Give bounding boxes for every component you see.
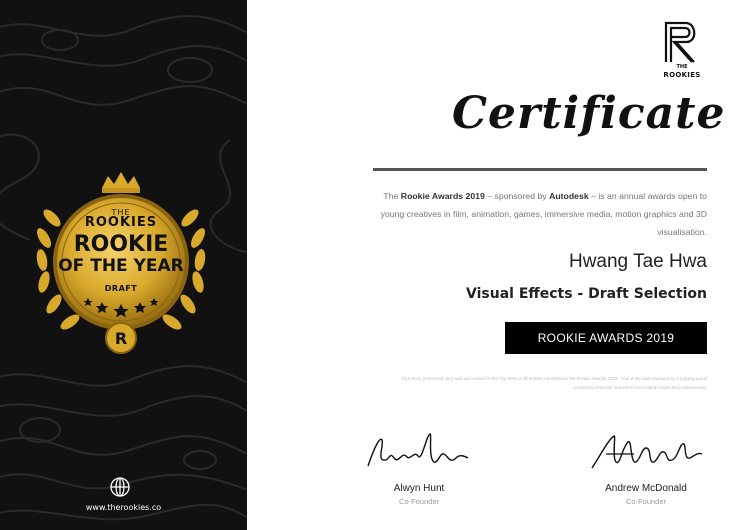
globe-icon xyxy=(110,477,130,497)
certificate-title: Certificate xyxy=(452,88,726,139)
certificate-intro: The Rookie Awards 2019 – sponsored by Au… xyxy=(373,187,707,241)
recipient-name: Hwang Tae Hwa xyxy=(568,251,707,272)
rookie-of-the-year-badge: R THE ROOKIES ROOKIE OF THE YEAR DRAFT xyxy=(30,170,212,358)
badge-title-line2: OF THE YEAR xyxy=(58,256,184,276)
fineprint-text: Your entry performed very well and ranke… xyxy=(401,376,707,390)
website-url: www.therookies.co xyxy=(85,503,162,512)
logo-the-text: THE xyxy=(676,64,688,70)
badge-title-line1: ROOKIE xyxy=(73,232,169,257)
logo-rookies-text: ROOKIES xyxy=(663,71,701,79)
svg-text:R: R xyxy=(115,329,127,348)
intro-sponsor: Autodesk xyxy=(549,191,589,201)
badge-rookies-text: ROOKIES xyxy=(84,215,158,230)
intro-mid: – sponsored by xyxy=(484,191,550,201)
intro-award-name: Rookie Awards 2019 xyxy=(400,191,485,201)
signatory-role-1: Co-Founder xyxy=(398,497,440,506)
signatory-name-1: Alwyn Hunt xyxy=(393,483,445,494)
award-year-label: ROOKIE AWARDS 2019 xyxy=(505,322,707,354)
intro-prefix: The xyxy=(383,191,401,201)
signatory-name-2: Andrew McDonald xyxy=(605,483,687,494)
signature-alwyn-hunt xyxy=(367,433,469,467)
badge-draft-text: DRAFT xyxy=(104,284,138,293)
signature-andrew-mcdonald xyxy=(591,435,703,469)
title-divider xyxy=(373,168,707,171)
signatory-role-2: Co-Founder xyxy=(625,497,667,506)
award-category: Visual Effects - Draft Selection xyxy=(466,286,707,302)
